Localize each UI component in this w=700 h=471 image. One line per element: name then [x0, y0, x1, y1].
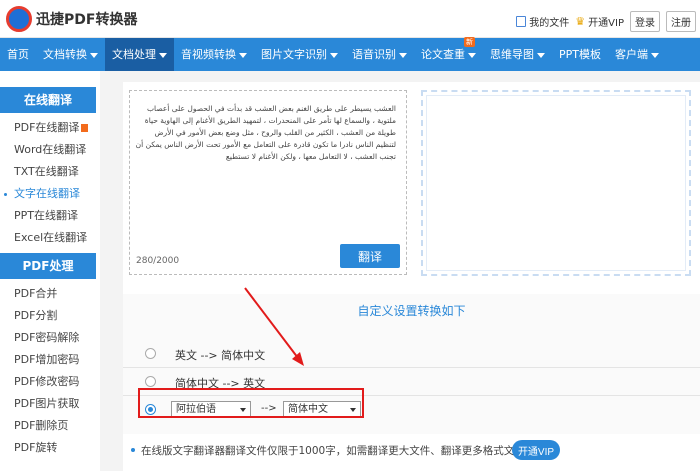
sidebar-item-txt-translate[interactable]: TXT在线翻译 — [0, 161, 100, 183]
result-text-area[interactable] — [421, 90, 691, 276]
sidebar-item-pdf-unlock[interactable]: PDF密码解除 — [0, 327, 100, 349]
sidebar-item-pdf-delete-page[interactable]: PDF删除页 — [0, 415, 100, 437]
highlight-box — [138, 388, 364, 418]
nav-speech[interactable]: 语音识别 — [345, 38, 414, 71]
pdf-icon — [81, 124, 89, 132]
sidebar-item-pdf-translate[interactable]: PDF在线翻译 — [0, 117, 100, 139]
document-icon — [516, 16, 527, 27]
options-title: 自定义设置转换如下 — [357, 304, 466, 318]
translate-button[interactable]: 翻译 — [340, 244, 400, 268]
limit-note: 在线版文字翻译器翻译文件仅限于1000字，如需翻译更大文件、翻译更多格式文件，请… — [123, 434, 700, 471]
open-vip-button[interactable]: 开通VIP — [512, 440, 560, 460]
main-nav: 首页 文档转换 文档处理 音视频转换 图片文字识别 语音识别 论文查重新 思维导… — [0, 37, 700, 71]
caret-down-icon — [90, 52, 98, 58]
sidebar-item-pdf-image-extract[interactable]: PDF图片获取 — [0, 393, 100, 415]
main-content: العشب يسيطر على طريق الغنم بعض العشب قد … — [123, 82, 700, 471]
nav-plagiarism[interactable]: 论文查重新 — [414, 37, 483, 71]
bullet-icon — [131, 448, 135, 452]
sidebar-item-pdf-add-password[interactable]: PDF增加密码 — [0, 349, 100, 371]
char-count: 280/2000 — [136, 256, 180, 266]
sidebar-item-pdf-change-password[interactable]: PDF修改密码 — [0, 371, 100, 393]
caret-down-icon — [239, 52, 247, 58]
result-inner — [426, 95, 686, 271]
nav-home[interactable]: 首页 — [0, 38, 36, 71]
crown-icon: ♛ — [575, 14, 586, 28]
top-header: 迅捷PDF转换器 我的文件 ♛ 开通VIP 登录 注册 — [0, 0, 700, 38]
nav-mindmap[interactable]: 思维导图 — [483, 38, 552, 71]
my-files-label: 我的文件 — [529, 18, 570, 29]
source-text-area[interactable]: العشب يسيطر على طريق الغنم بعض العشب قد … — [129, 90, 407, 275]
radio-zh-en[interactable] — [145, 376, 156, 387]
sidebar-item-excel-translate[interactable]: Excel在线翻译 — [0, 227, 100, 249]
nav-doc-convert[interactable]: 文档转换 — [36, 38, 105, 71]
caret-down-icon — [468, 52, 476, 58]
option-row-en-zh[interactable]: 英文 --> 简体中文 — [123, 340, 700, 368]
nav-doc-process[interactable]: 文档处理 — [105, 38, 174, 71]
sidebar-item-pdf-rotate[interactable]: PDF旋转 — [0, 437, 100, 459]
logo-icon[interactable] — [6, 6, 32, 32]
caret-down-icon — [651, 52, 659, 58]
caret-down-icon — [399, 52, 407, 58]
nav-ocr[interactable]: 图片文字识别 — [254, 38, 345, 71]
radio-en-zh[interactable] — [145, 348, 156, 359]
sidebar-section-translate: 在线翻译 — [0, 87, 96, 113]
caret-down-icon — [537, 52, 545, 58]
open-vip-label: 开通VIP — [588, 18, 624, 29]
options-panel: 自定义设置转换如下 英文 --> 简体中文 简体中文 --> 英文 阿拉伯语 -… — [123, 294, 700, 434]
limit-note-text: 在线版文字翻译器翻译文件仅限于1000字，如需翻译更大文件、翻译更多格式文件，请 — [141, 445, 546, 457]
nav-av-convert[interactable]: 音视频转换 — [174, 38, 254, 71]
sidebar-item-word-translate[interactable]: Word在线翻译 — [0, 139, 100, 161]
sidebar-item-pdf-split[interactable]: PDF分割 — [0, 305, 100, 327]
login-button[interactable]: 登录 — [630, 11, 660, 32]
caret-down-icon — [159, 52, 167, 58]
caret-down-icon — [330, 52, 338, 58]
my-files-link[interactable]: 我的文件 — [516, 14, 569, 29]
sidebar-item-pdf-merge[interactable]: PDF合并 — [0, 283, 100, 305]
new-badge: 新 — [464, 37, 475, 47]
nav-ppt[interactable]: PPT模板 — [552, 38, 608, 71]
nav-client[interactable]: 客户端 — [608, 38, 666, 71]
sidebar-item-text-translate[interactable]: 文字在线翻译 — [0, 183, 100, 205]
logo-text[interactable]: 迅捷PDF转换器 — [36, 9, 137, 29]
source-text: العشب يسيطر على طريق الغنم بعض العشب قد … — [135, 104, 396, 161]
open-vip-link[interactable]: ♛ 开通VIP — [575, 14, 624, 30]
sidebar: 在线翻译 PDF在线翻译 Word在线翻译 TXT在线翻译 文字在线翻译 PPT… — [0, 71, 100, 471]
option-label-en-zh: 英文 --> 简体中文 — [175, 349, 266, 362]
top-right-links: 我的文件 ♛ 开通VIP 登录 注册 — [516, 11, 696, 32]
sidebar-item-ppt-translate[interactable]: PPT在线翻译 — [0, 205, 100, 227]
register-button[interactable]: 注册 — [666, 11, 696, 32]
sidebar-section-pdf: PDF处理 — [0, 253, 96, 279]
